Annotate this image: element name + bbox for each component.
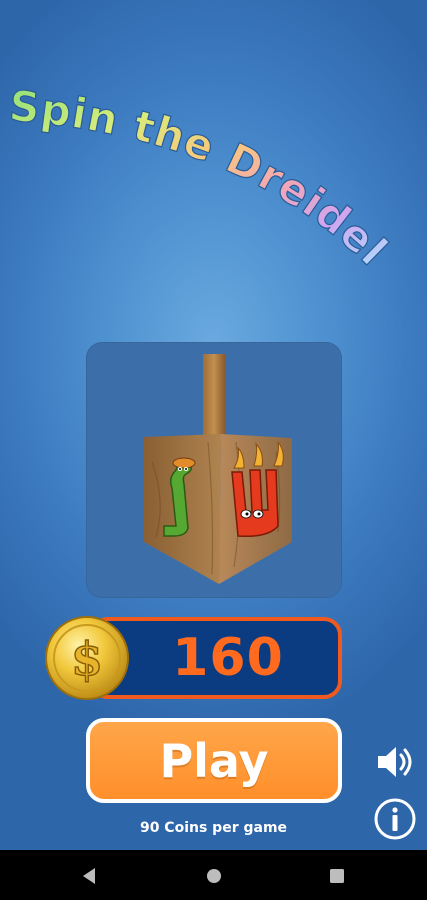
dreidel-panel[interactable] xyxy=(86,342,342,598)
play-label: Play xyxy=(159,733,269,788)
recents-square-icon[interactable] xyxy=(326,865,348,887)
system-navigation-bar xyxy=(0,850,427,900)
cost-per-game: 90 Coins per game xyxy=(139,820,288,836)
home-circle-icon[interactable] xyxy=(203,865,225,887)
svg-text:Spin the Dreidel: Spin the Dreidel xyxy=(7,81,397,275)
coin-icon: $ xyxy=(45,616,129,700)
dreidel-image xyxy=(144,354,292,584)
info-icon[interactable] xyxy=(373,797,417,841)
play-button[interactable]: Play xyxy=(86,718,342,803)
title-text: Spin the Dreidel xyxy=(7,80,397,275)
game-title: Spin the Dreidel xyxy=(7,80,397,275)
dreidel-handle xyxy=(203,354,225,446)
back-triangle-icon[interactable] xyxy=(78,865,100,887)
coin-symbol: $ xyxy=(71,632,103,686)
speaker-icon[interactable] xyxy=(372,740,416,784)
game-screen: Spin the Dreidel 160 $ Play 90 Coins per… xyxy=(0,0,427,850)
coin-count: 160 xyxy=(172,628,284,688)
